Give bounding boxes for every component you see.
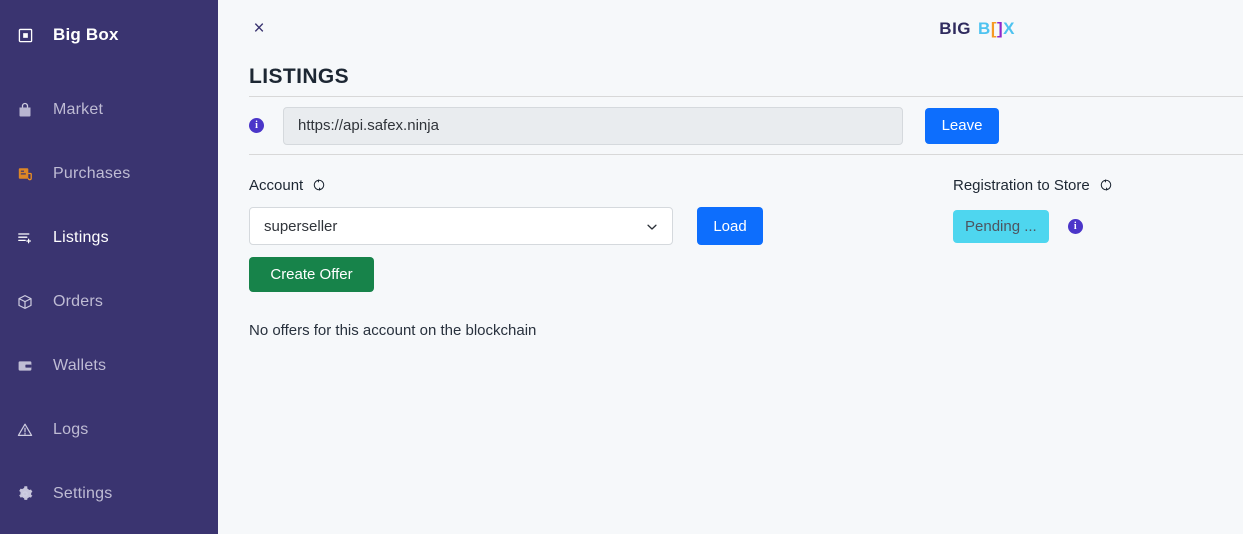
sidebar-item-settings[interactable]: Settings: [0, 462, 218, 526]
logo-text-b: B: [978, 18, 991, 38]
close-icon[interactable]: ×: [250, 19, 268, 38]
sidebar-item-logs[interactable]: Logs: [0, 398, 218, 462]
sidebar-item-purchases[interactable]: Purchases: [0, 142, 218, 206]
load-button[interactable]: Load: [697, 207, 763, 245]
logo-text-x: X: [1003, 18, 1015, 38]
receipt-icon: [14, 166, 36, 182]
registration-status-row: Pending ... i: [953, 210, 1213, 243]
registration-label: Registration to Store: [953, 176, 1090, 194]
gear-icon: [14, 486, 36, 502]
sidebar-item-label: Purchases: [53, 165, 131, 182]
sidebar-item-label: Market: [53, 101, 104, 118]
account-label-row: Account: [249, 175, 809, 195]
app-square-icon: [14, 28, 36, 43]
logo-text-big: BIG: [939, 18, 972, 38]
refresh-icon[interactable]: [312, 178, 326, 192]
info-icon[interactable]: i: [249, 118, 264, 133]
topbar: × BIG B [ ] X: [218, 0, 1243, 57]
create-offer-button[interactable]: Create Offer: [249, 257, 374, 292]
content-area: Account superseller Load Create Offer No…: [218, 155, 1243, 339]
account-column: Account superseller Load Create Offer No…: [249, 175, 809, 339]
sidebar: Big Box Market Purchases Listings Orders…: [0, 0, 218, 534]
brand-label: Big Box: [53, 25, 119, 44]
sidebar-item-listings[interactable]: Listings: [0, 206, 218, 270]
account-select[interactable]: superseller: [249, 207, 673, 245]
page-title: LISTINGS: [249, 64, 350, 88]
bag-icon: [14, 102, 36, 118]
sidebar-item-label: Settings: [53, 485, 113, 502]
sidebar-item-market[interactable]: Market: [0, 78, 218, 142]
sidebar-item-orders[interactable]: Orders: [0, 270, 218, 334]
endpoint-input[interactable]: [283, 106, 903, 145]
sidebar-nav: Market Purchases Listings Orders Wallets…: [0, 78, 218, 526]
wallet-icon: [14, 358, 36, 374]
sidebar-item-label: Orders: [53, 293, 104, 310]
account-label: Account: [249, 176, 304, 194]
main-content: × BIG B [ ] X LISTINGS i Leave Account: [218, 0, 1243, 534]
registration-column: Registration to Store Pending ... i: [953, 175, 1215, 339]
info-icon[interactable]: i: [1067, 219, 1083, 234]
sidebar-item-label: Logs: [53, 421, 89, 438]
registration-label-row: Registration to Store: [953, 175, 1213, 195]
warning-icon: [14, 422, 36, 438]
offers-empty-message: No offers for this account on the blockc…: [249, 322, 537, 339]
brand[interactable]: Big Box: [0, 18, 218, 52]
refresh-icon[interactable]: [1099, 178, 1113, 192]
account-select-row: superseller Load: [249, 207, 809, 245]
endpoint-row: i Leave: [218, 97, 1243, 154]
leave-button[interactable]: Leave: [925, 107, 999, 144]
sidebar-item-label: Listings: [53, 229, 109, 246]
bigbox-logo: BIG B [ ] X: [939, 19, 1015, 39]
app-root: Big Box Market Purchases Listings Orders…: [0, 0, 1243, 534]
sidebar-item-wallets[interactable]: Wallets: [0, 334, 218, 398]
sidebar-item-label: Wallets: [53, 357, 107, 374]
list-add-icon: [14, 230, 36, 246]
status-badge[interactable]: Pending ...: [953, 210, 1049, 243]
box-icon: [14, 294, 36, 310]
account-select-wrap: superseller: [249, 207, 673, 245]
